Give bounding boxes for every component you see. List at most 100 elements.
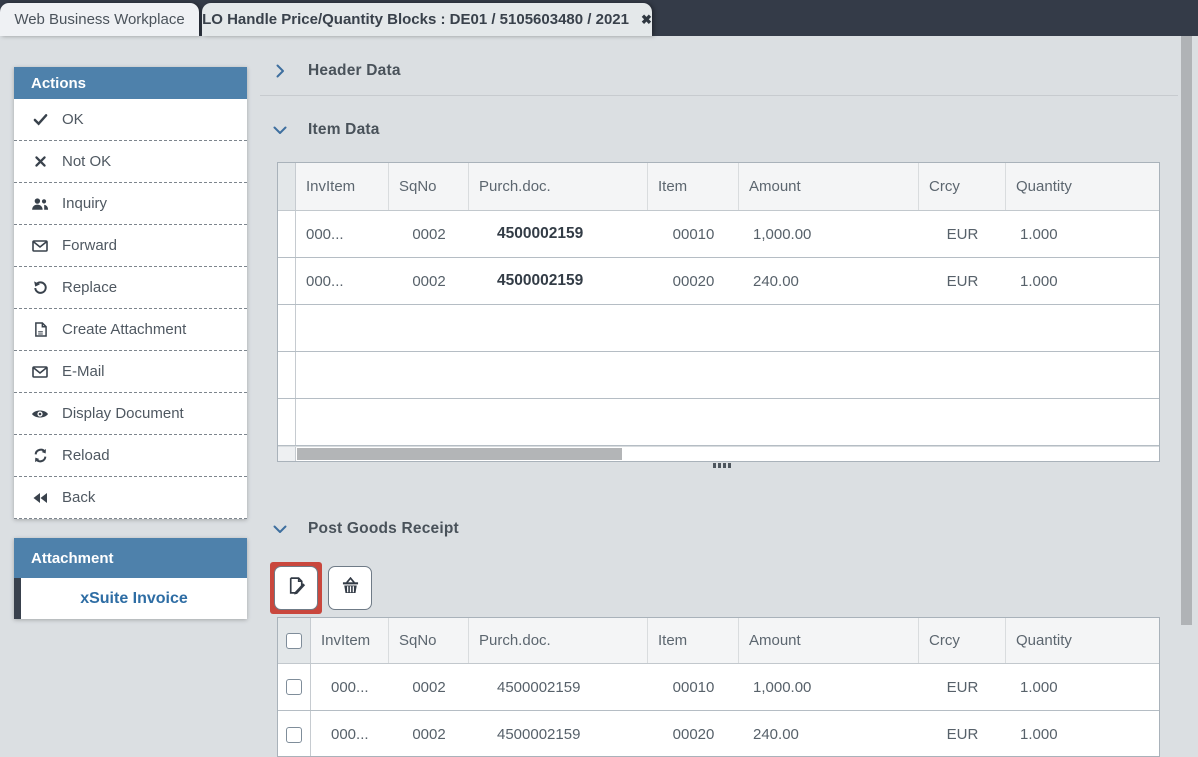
row-checkbox[interactable] xyxy=(286,679,302,695)
attachment-item-xsuite-invoice[interactable]: xSuite Invoice xyxy=(14,578,247,619)
cell-quantity: 1.000 xyxy=(1006,679,1159,696)
column-header-sqno[interactable]: SqNo xyxy=(389,163,469,210)
table-row-empty xyxy=(278,305,1159,352)
cell-invitem: 000... xyxy=(296,226,389,243)
cell-crcy: EUR xyxy=(919,726,1006,743)
column-header-crcy[interactable]: Crcy xyxy=(919,618,1006,663)
section-title[interactable]: Post Goods Receipt xyxy=(308,520,459,538)
action-label: Not OK xyxy=(62,153,111,170)
row-checkbox[interactable] xyxy=(286,727,302,743)
cell-invitem: 000... xyxy=(296,273,389,290)
table-header-row: InvItem SqNo Purch.doc. Item Amount Crcy… xyxy=(278,618,1159,664)
scrollbar-track[interactable] xyxy=(296,447,1159,461)
action-inquiry[interactable]: Inquiry xyxy=(14,183,247,225)
cell-sqno: 0002 xyxy=(389,273,469,290)
tab-web-business-workplace[interactable]: Web Business Workplace xyxy=(0,3,199,36)
action-label: Forward xyxy=(62,237,117,254)
cell-amount: 240.00 xyxy=(739,726,919,743)
edit-document-icon xyxy=(286,575,307,601)
actions-panel-title: Actions xyxy=(14,67,247,99)
column-header-amount[interactable]: Amount xyxy=(739,618,919,663)
action-replace[interactable]: Replace xyxy=(14,267,247,309)
action-label: Inquiry xyxy=(62,195,107,212)
action-not-ok[interactable]: Not OK xyxy=(14,141,247,183)
table-row[interactable]: 000... 0002 4500002159 00020 240.00 EUR … xyxy=(278,258,1159,305)
column-header-amount[interactable]: Amount xyxy=(739,163,919,210)
attachment-panel-title: Attachment xyxy=(14,538,247,578)
post-goods-receipt-table: InvItem SqNo Purch.doc. Item Amount Crcy… xyxy=(277,617,1160,757)
table-header-row: InvItem SqNo Purch.doc. Item Amount Crcy… xyxy=(278,163,1159,211)
refresh-icon xyxy=(31,448,49,463)
cell-purchdoc: 4500002159 xyxy=(469,225,648,243)
column-header-purchdoc[interactable]: Purch.doc. xyxy=(469,163,648,210)
cell-crcy: EUR xyxy=(919,679,1006,696)
chevron-right-icon[interactable] xyxy=(272,63,288,79)
column-header-quantity[interactable]: Quantity xyxy=(1006,618,1159,663)
action-label: Back xyxy=(62,489,95,506)
cell-invitem: 000... xyxy=(311,679,389,696)
tab-bar: Web Business Workplace LO Handle Price/Q… xyxy=(0,0,1198,36)
highlight-box xyxy=(270,562,322,614)
action-ok[interactable]: OK xyxy=(14,99,247,141)
action-forward[interactable]: Forward xyxy=(14,225,247,267)
action-label: E-Mail xyxy=(62,363,105,380)
column-header-quantity[interactable]: Quantity xyxy=(1006,163,1159,210)
cell-invitem: 000... xyxy=(311,726,389,743)
chevron-down-icon[interactable] xyxy=(272,521,288,537)
cell-quantity: 1.000 xyxy=(1006,226,1159,243)
envelope-icon xyxy=(31,366,49,378)
app-window: Web Business Workplace LO Handle Price/Q… xyxy=(0,0,1198,757)
section-title[interactable]: Header Data xyxy=(308,62,401,80)
tab-label: LO Handle Price/Quantity Blocks : DE01 /… xyxy=(202,11,629,28)
cell-sqno: 0002 xyxy=(389,679,469,696)
page-scrollbar-thumb[interactable] xyxy=(1181,36,1192,625)
column-header-crcy[interactable]: Crcy xyxy=(919,163,1006,210)
cell-item: 00010 xyxy=(648,679,739,696)
row-selector-cell xyxy=(278,352,296,398)
cell-quantity: 1.000 xyxy=(1006,726,1159,743)
row-selector-cell[interactable] xyxy=(278,211,296,257)
file-icon xyxy=(31,322,49,337)
column-header-purchdoc[interactable]: Purch.doc. xyxy=(469,618,648,663)
cell-crcy: EUR xyxy=(919,226,1006,243)
row-selector-cell xyxy=(278,305,296,351)
scrollbar-thumb[interactable] xyxy=(297,448,622,460)
action-back[interactable]: Back xyxy=(14,477,247,519)
tab-lo-handle-price-quantity-blocks[interactable]: LO Handle Price/Quantity Blocks : DE01 /… xyxy=(202,3,652,36)
action-email[interactable]: E-Mail xyxy=(14,351,247,393)
table-row[interactable]: 000... 0002 4500002159 00010 1,000.00 EU… xyxy=(278,664,1159,711)
action-create-attachment[interactable]: Create Attachment xyxy=(14,309,247,351)
envelope-icon xyxy=(31,240,49,252)
cell-purchdoc: 4500002159 xyxy=(469,726,648,743)
column-header-item[interactable]: Item xyxy=(648,618,739,663)
cell-purchdoc: 4500002159 xyxy=(469,272,648,290)
table-resize-handle[interactable] xyxy=(713,463,731,468)
action-label: Create Attachment xyxy=(62,321,186,338)
scrollbar-corner xyxy=(278,447,296,461)
close-icon[interactable]: ✖ xyxy=(641,12,652,28)
column-header-item[interactable]: Item xyxy=(648,163,739,210)
eye-icon xyxy=(31,408,49,420)
action-label: Reload xyxy=(62,447,110,464)
section-item-data: Item Data xyxy=(272,119,380,141)
table-row[interactable]: 000... 0002 4500002159 00020 240.00 EUR … xyxy=(278,711,1159,757)
section-title[interactable]: Item Data xyxy=(308,121,380,139)
column-header-invitem[interactable]: InvItem xyxy=(296,163,389,210)
column-header-invitem[interactable]: InvItem xyxy=(311,618,389,663)
cell-item: 00020 xyxy=(648,726,739,743)
chevron-down-icon[interactable] xyxy=(272,122,288,138)
column-header-sqno[interactable]: SqNo xyxy=(389,618,469,663)
section-header-data: Header Data xyxy=(272,60,401,82)
edit-post-button[interactable] xyxy=(274,566,318,610)
select-all-checkbox[interactable] xyxy=(286,633,302,649)
table-row[interactable]: 000... 0002 4500002159 00010 1,000.00 EU… xyxy=(278,211,1159,258)
row-selector-cell[interactable] xyxy=(278,258,296,304)
row-selector-cell xyxy=(278,399,296,445)
delete-basket-button[interactable] xyxy=(328,566,372,610)
section-divider xyxy=(260,95,1178,96)
action-display-document[interactable]: Display Document xyxy=(14,393,247,435)
horizontal-scrollbar[interactable] xyxy=(278,446,1159,461)
cell-item: 00020 xyxy=(648,273,739,290)
action-reload[interactable]: Reload xyxy=(14,435,247,477)
cell-amount: 240.00 xyxy=(739,273,919,290)
